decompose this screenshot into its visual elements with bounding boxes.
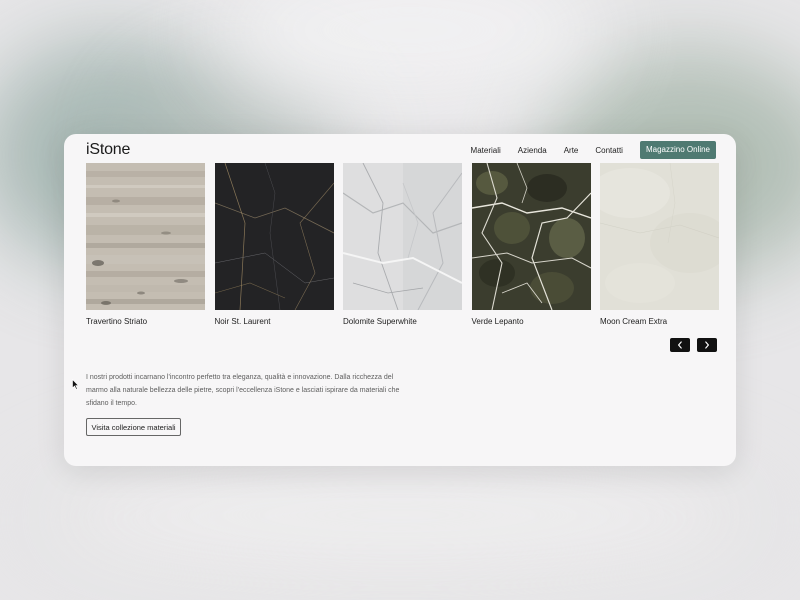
carousel-controls xyxy=(670,338,717,352)
travertino-swatch-image[interactable] xyxy=(86,163,205,310)
dolomite-superwhite-swatch-image[interactable] xyxy=(343,163,462,310)
moon-cream-extra-swatch-image[interactable] xyxy=(600,163,719,310)
magazzino-online-button[interactable]: Magazzino Online xyxy=(639,141,716,159)
product-name: Dolomite Superwhite xyxy=(343,317,417,326)
product-card[interactable]: Moon Cream Extra xyxy=(600,163,719,326)
carousel-prev-button[interactable] xyxy=(670,338,690,352)
site-logo[interactable]: iStone xyxy=(86,141,130,159)
main-nav: Materiali Azienda Arte Contatti Magazzin… xyxy=(471,141,716,159)
product-carousel: Travertino Striato Noir St. Laurent Dolo… xyxy=(86,163,719,326)
product-card[interactable]: Verde Lepanto xyxy=(471,163,591,326)
product-name: Moon Cream Extra xyxy=(600,317,668,326)
nav-link-materiali[interactable]: Materiali xyxy=(471,146,501,155)
product-card[interactable]: Travertino Striato xyxy=(86,163,205,326)
site-header: iStone Materiali Azienda Arte Contatti M… xyxy=(86,139,716,161)
mouse-cursor-icon xyxy=(72,379,79,390)
product-name: Verde Lepanto xyxy=(471,317,524,326)
nav-link-arte[interactable]: Arte xyxy=(564,146,579,155)
carousel-next-button[interactable] xyxy=(697,338,717,352)
product-card[interactable]: Noir St. Laurent xyxy=(214,163,334,326)
nav-link-contatti[interactable]: Contatti xyxy=(595,146,623,155)
nav-link-azienda[interactable]: Azienda xyxy=(518,146,547,155)
product-card[interactable]: Dolomite Superwhite xyxy=(343,163,462,326)
chevron-right-icon xyxy=(705,341,709,349)
product-name: Noir St. Laurent xyxy=(214,317,271,326)
chevron-left-icon xyxy=(678,341,682,349)
intro-description: I nostri prodotti incarnano l'incontro p… xyxy=(86,374,400,408)
verde-lepanto-swatch-image[interactable] xyxy=(471,163,591,310)
product-name: Travertino Striato xyxy=(86,317,148,326)
visit-collection-button[interactable]: Visita collezione materiali xyxy=(86,418,181,436)
noir-st-laurent-swatch-image[interactable] xyxy=(214,163,334,310)
website-card: iStone Materiali Azienda Arte Contatti M… xyxy=(64,134,736,466)
